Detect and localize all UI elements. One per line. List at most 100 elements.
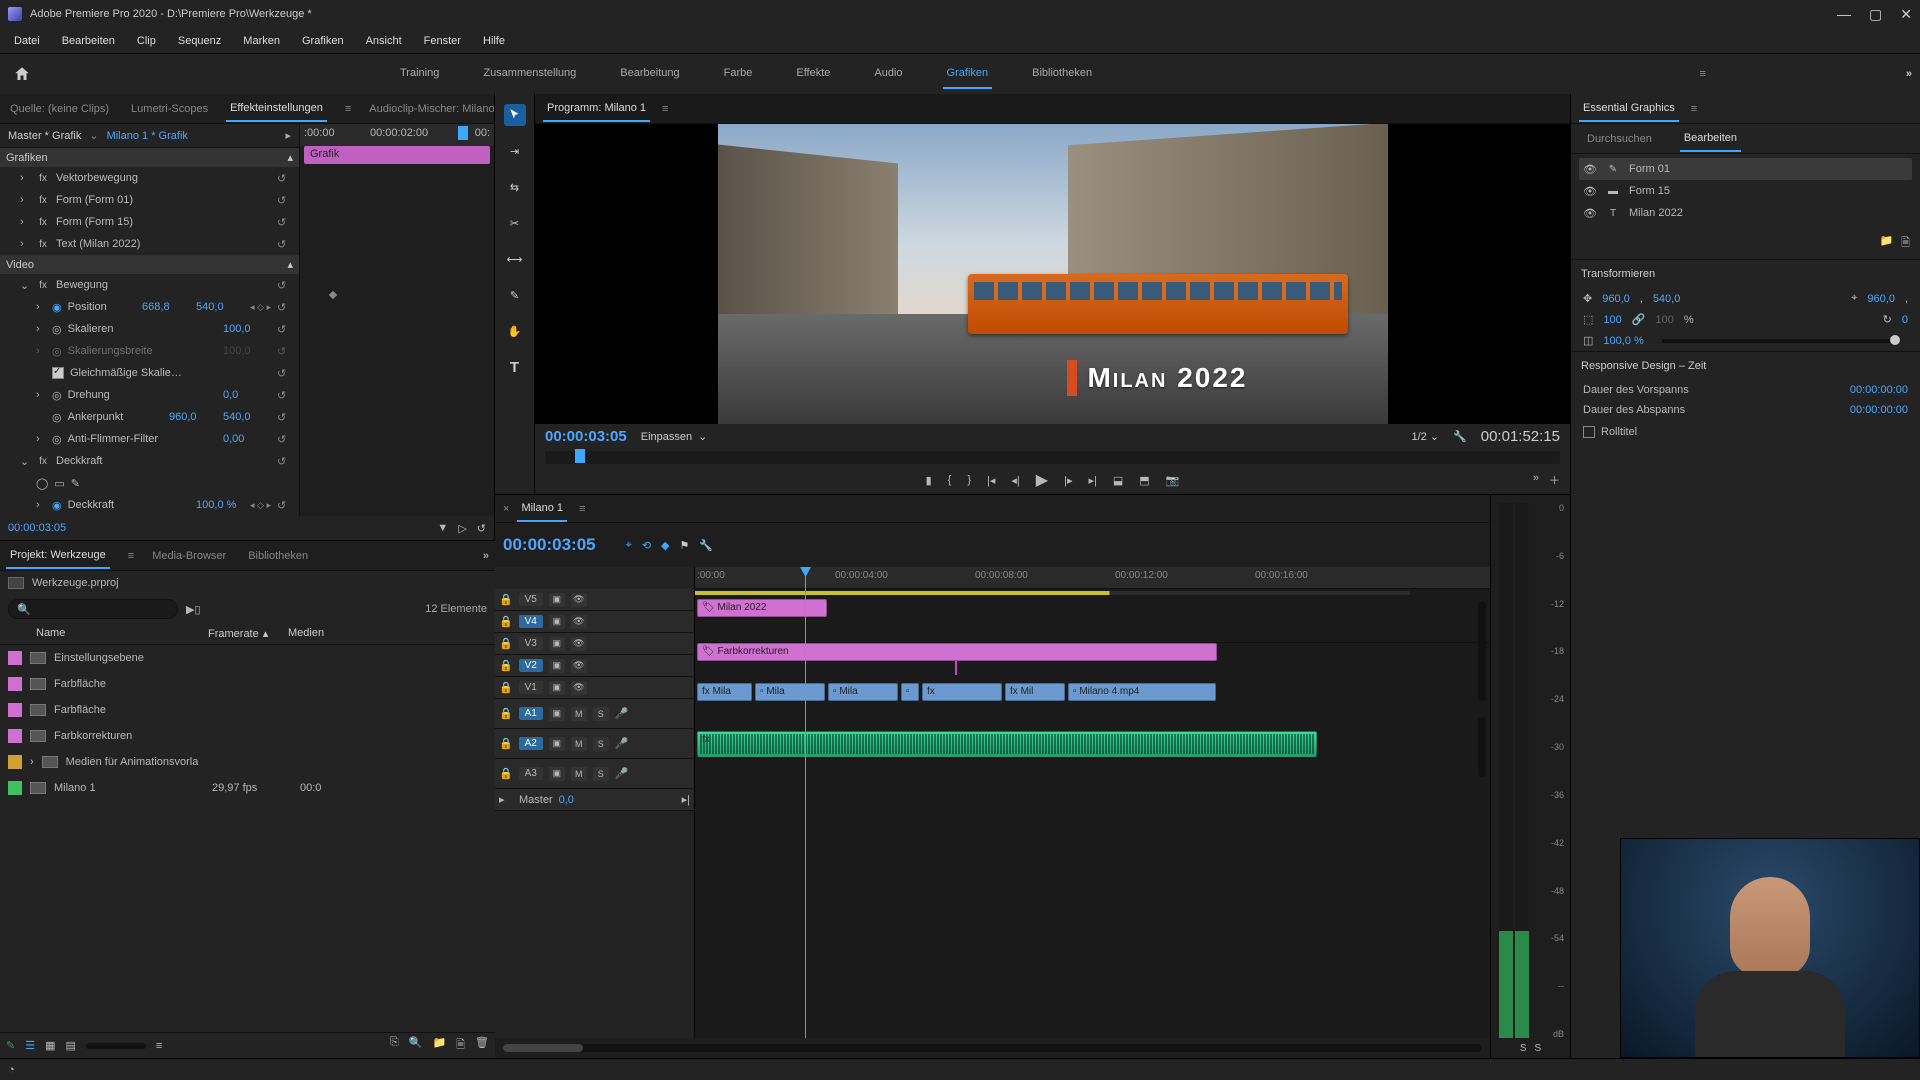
marker-icon[interactable]: ◆ [661, 539, 669, 552]
timeline-zoom-slider[interactable] [503, 1044, 1482, 1052]
minimize-button[interactable]: — [1837, 6, 1851, 23]
fx-bewegung[interactable]: ⌄ fx Bewegung ↺ [0, 274, 299, 296]
twirl-icon[interactable]: › [36, 301, 46, 313]
eg-layer-item[interactable]: 👁 ✎ Form 01 [1579, 158, 1912, 180]
antiflicker-value[interactable]: 0,00 [223, 433, 271, 445]
playhead-icon[interactable] [458, 126, 468, 140]
project-item[interactable]: Farbfläche [0, 671, 495, 697]
twirl-icon[interactable]: › [20, 238, 30, 250]
reset-icon[interactable]: ↺ [277, 433, 293, 446]
scrub-playhead[interactable] [575, 449, 585, 463]
eg-pos-x[interactable]: 960,0 [1602, 293, 1630, 305]
sort-asc-icon[interactable]: ▴ [263, 627, 269, 640]
program-tab[interactable]: Programm: Milano 1 [543, 96, 650, 122]
fx-badge-icon[interactable]: fx [36, 278, 50, 292]
visibility-icon[interactable]: 👁 [1583, 207, 1597, 220]
project-search-input[interactable]: 🔍 [8, 599, 178, 619]
panel-menu-icon[interactable]: ≡ [662, 103, 668, 115]
col-framerate[interactable]: Framerate ▴ [208, 627, 288, 640]
essential-graphics-tab[interactable]: Essential Graphics [1579, 96, 1679, 122]
ellipse-mask-icon[interactable]: ◯ [36, 477, 48, 490]
find-icon[interactable]: 🔍 [409, 1036, 423, 1055]
source-tab[interactable]: Lumetri-Scopes [127, 97, 212, 121]
workspace-tab-zusammenstellung[interactable]: Zusammenstellung [479, 59, 580, 89]
opacity-slider[interactable] [1662, 339, 1900, 343]
mute-button[interactable]: M [571, 767, 587, 781]
selection-tool[interactable] [504, 104, 526, 126]
vertical-scrollbar[interactable] [1478, 717, 1486, 777]
close-sequence-icon[interactable]: × [503, 503, 509, 515]
vertical-scrollbar[interactable] [1478, 601, 1486, 701]
filter-icon[interactable]: ▼ [437, 522, 448, 535]
fx-row[interactable]: › fx Text (Milan 2022) ↺ [0, 233, 299, 255]
freeform-icon[interactable]: ▤ [66, 1039, 76, 1052]
workspace-tab-training[interactable]: Training [396, 59, 443, 89]
panel-menu-icon[interactable]: ≡ [579, 503, 585, 515]
anchor-y-value[interactable]: 540,0 [223, 411, 271, 423]
fx-badge-icon[interactable]: fx [36, 171, 50, 185]
settings-icon[interactable]: ⚑ [680, 539, 690, 552]
home-button[interactable] [8, 60, 36, 88]
reset-icon[interactable]: ↺ [277, 499, 293, 512]
col-medien[interactable]: Medien [288, 627, 487, 640]
clip-farbkorrekturen[interactable]: 🏷 Farbkorrekturen [697, 643, 1217, 661]
new-layer-icon[interactable]: 🗎 [1901, 234, 1910, 253]
twirl-icon[interactable]: ⌄ [20, 279, 30, 292]
type-tool[interactable]: T [504, 356, 526, 378]
video-track-header[interactable]: 🔒 V2 ▣ 👁 [495, 655, 694, 677]
button-editor-add[interactable]: ＋ [1549, 472, 1560, 488]
panel-menu-icon[interactable]: ≡ [1691, 103, 1697, 115]
freeform-view-icon[interactable]: ✎ [6, 1039, 15, 1052]
video-track-header[interactable]: 🔒 V5 ▣ 👁 [495, 589, 694, 611]
menu-sequenz[interactable]: Sequenz [168, 31, 231, 51]
master-value[interactable]: 0,0 [559, 794, 607, 806]
workspace-overflow-button[interactable]: » [1906, 68, 1912, 80]
sync-lock-icon[interactable]: ▣ [549, 681, 565, 695]
title-graphic-overlay[interactable]: Milan 2022 [1067, 360, 1247, 396]
ec-clip-bar[interactable]: Grafik [304, 146, 490, 164]
reset-icon[interactable]: ↺ [277, 194, 293, 207]
video-track-header[interactable]: 🔒 V3 ▣ 👁 [495, 633, 694, 655]
hand-tool[interactable]: ✋ [504, 320, 526, 342]
source-tab[interactable]: Audioclip-Mischer: Milano 1 [365, 97, 508, 121]
section-video[interactable]: Video ▴ [0, 255, 299, 274]
anchor-x-value[interactable]: 960,0 [169, 411, 217, 423]
twirl-icon[interactable]: › [36, 323, 46, 335]
lock-icon[interactable]: 🔒 [499, 737, 513, 750]
go-to-in-icon[interactable]: |◂ [987, 474, 995, 487]
fx-badge-icon[interactable]: fx [36, 237, 50, 251]
reset-icon[interactable]: ↺ [277, 216, 293, 229]
lift-icon[interactable]: ⬓ [1113, 474, 1123, 487]
menu-datei[interactable]: Datei [4, 31, 50, 51]
ec-timecode[interactable]: 00:00:03:05 [8, 522, 66, 534]
filter-bin-icon[interactable]: ▶▯ [186, 603, 201, 616]
eg-layer-item[interactable]: 👁 T Milan 2022 [1579, 202, 1912, 224]
lock-icon[interactable]: 🔒 [499, 593, 513, 606]
reset-icon[interactable]: ↺ [277, 411, 293, 424]
sequence-tab[interactable]: Milano 1 [517, 496, 567, 522]
thumbnail-size-slider[interactable] [86, 1043, 146, 1049]
project-tab[interactable]: Bibliotheken [244, 544, 312, 568]
new-item-icon[interactable]: 🗎 [456, 1036, 465, 1055]
solo-left-button[interactable]: S [1520, 1043, 1527, 1054]
intro-value[interactable]: 00:00:00:00 [1850, 384, 1908, 396]
loop-icon[interactable]: ↺ [477, 522, 486, 535]
project-tab[interactable]: Projekt: Werkzeuge [6, 543, 110, 569]
auto-match-icon[interactable]: ⎘ [390, 1036, 399, 1055]
effect-keyframe-area[interactable]: :00:00 00:00:02:00 00: Grafik [300, 124, 494, 516]
mute-button[interactable]: M [571, 707, 587, 721]
sync-lock-icon[interactable]: ▣ [549, 637, 565, 651]
twirl-icon[interactable]: ▸ [499, 793, 513, 806]
extract-icon[interactable]: ⬒ [1139, 474, 1149, 487]
razor-tool[interactable]: ✂ [504, 212, 526, 234]
video-track-header[interactable]: 🔒 V1 ▣ 👁 [495, 677, 694, 699]
outro-value[interactable]: 00:00:00:00 [1850, 404, 1908, 416]
clip-milan2022[interactable]: 🏷 Milan 2022 [697, 599, 827, 617]
label-color-chip[interactable] [8, 651, 22, 665]
lock-icon[interactable]: 🔒 [499, 659, 513, 672]
eg-layer-item[interactable]: 👁 ▬ Form 15 [1579, 180, 1912, 202]
workspace-tab-farbe[interactable]: Farbe [720, 59, 757, 89]
pen-mask-icon[interactable]: ✎ [71, 477, 80, 490]
mute-button[interactable]: M [571, 737, 587, 751]
collapse-icon[interactable]: ▴ [287, 258, 293, 271]
